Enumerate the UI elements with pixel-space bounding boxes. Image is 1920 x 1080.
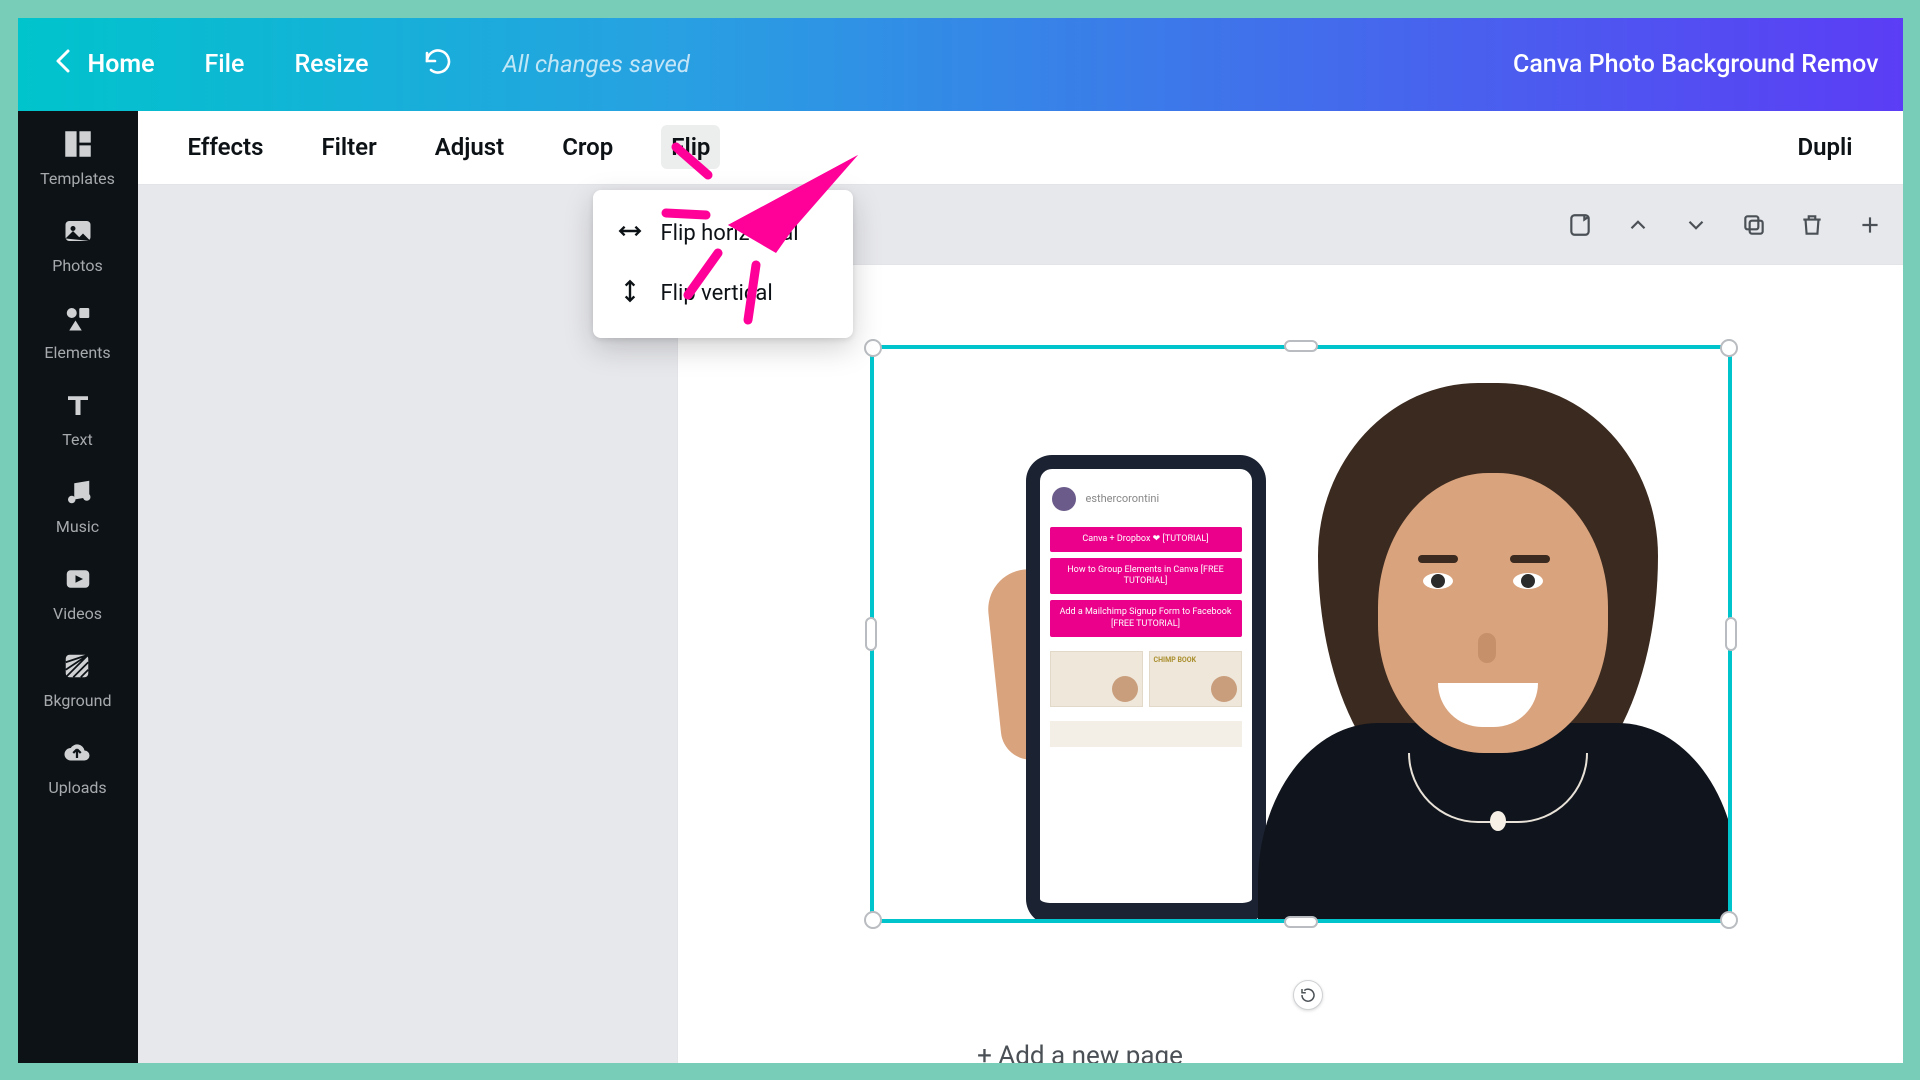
image-content: esthercorontini Canva + Dropbox ❤ [TUTOR… <box>874 349 1728 919</box>
page-up-icon[interactable] <box>1623 210 1653 240</box>
resize-handle-l[interactable] <box>865 617 877 651</box>
resize-menu[interactable]: Resize <box>294 50 368 79</box>
sidebar-item-label: Bkground <box>44 691 112 710</box>
resize-handle-b[interactable] <box>1284 916 1318 928</box>
top-bar: Home File Resize All changes saved Canva… <box>18 18 1903 111</box>
left-sidebar: Templates Photos Elements Text Music Vid… <box>18 111 138 1063</box>
delete-page-icon[interactable] <box>1797 210 1827 240</box>
uploads-icon <box>60 736 94 770</box>
sidebar-item-templates[interactable]: Templates <box>40 127 115 188</box>
resize-handle-t[interactable] <box>1284 340 1318 352</box>
crop-button[interactable]: Crop <box>552 125 623 169</box>
phone-strip <box>1050 721 1242 747</box>
selected-image[interactable]: esthercorontini Canva + Dropbox ❤ [TUTOR… <box>874 349 1728 919</box>
sidebar-item-music[interactable]: Music <box>56 475 99 536</box>
flip-horizontal-option[interactable]: Flip horizontal <box>593 204 853 264</box>
adjust-button[interactable]: Adjust <box>425 125 514 169</box>
artboard[interactable]: esthercorontini Canva + Dropbox ❤ [TUTOR… <box>678 265 1903 1063</box>
phone-mockup: esthercorontini Canva + Dropbox ❤ [TUTOR… <box>1026 455 1266 919</box>
phone-thumbnail <box>1050 651 1143 707</box>
avatar-icon <box>1052 487 1076 511</box>
file-menu[interactable]: File <box>205 50 245 79</box>
sidebar-item-elements[interactable]: Elements <box>44 301 110 362</box>
rotate-handle[interactable] <box>1293 980 1323 1010</box>
sidebar-item-label: Videos <box>53 604 102 623</box>
sidebar-item-photos[interactable]: Photos <box>52 214 103 275</box>
elements-icon <box>61 301 95 335</box>
flip-horizontal-label: Flip horizontal <box>661 221 799 246</box>
sidebar-item-background[interactable]: Bkground <box>44 649 112 710</box>
sidebar-item-label: Elements <box>44 343 110 362</box>
home-button[interactable]: Home <box>54 47 155 82</box>
page-down-icon[interactable] <box>1681 210 1711 240</box>
music-icon <box>61 475 95 509</box>
sidebar-item-videos[interactable]: Videos <box>53 562 102 623</box>
notes-icon[interactable] <box>1565 210 1595 240</box>
person-photo <box>1258 383 1728 919</box>
sidebar-item-text[interactable]: Text <box>61 388 95 449</box>
flip-vertical-icon <box>617 278 643 310</box>
home-label: Home <box>88 50 155 79</box>
phone-card: Canva + Dropbox ❤ [TUTORIAL] <box>1050 527 1242 552</box>
resize-handle-bl[interactable] <box>864 911 882 929</box>
background-icon <box>60 649 94 683</box>
flip-dropdown: Flip horizontal Flip vertical <box>593 190 853 338</box>
canvas-area: ge title esthercorontini <box>138 185 1903 1063</box>
flip-vertical-label: Flip vertical <box>661 281 773 306</box>
effects-button[interactable]: Effects <box>178 125 274 169</box>
sidebar-item-label: Photos <box>52 256 103 275</box>
app-viewport: Home File Resize All changes saved Canva… <box>18 18 1903 1063</box>
copy-page-icon[interactable] <box>1739 210 1769 240</box>
project-title[interactable]: Canva Photo Background Remov <box>1513 50 1879 79</box>
sidebar-item-label: Uploads <box>48 778 106 797</box>
resize-handle-br[interactable] <box>1720 911 1738 929</box>
duplicate-button[interactable]: Dupli <box>1788 125 1863 169</box>
add-new-page-button[interactable]: + Add a new page <box>977 1041 1183 1063</box>
context-toolbar: Effects Filter Adjust Crop Flip Dupli <box>138 111 1903 185</box>
save-status: All changes saved <box>503 50 690 78</box>
templates-icon <box>61 127 95 161</box>
undo-button[interactable] <box>421 47 455 82</box>
resize-handle-tr[interactable] <box>1720 339 1738 357</box>
text-icon <box>61 388 95 422</box>
filter-button[interactable]: Filter <box>311 125 386 169</box>
flip-horizontal-icon <box>617 218 643 250</box>
phone-username: esthercorontini <box>1086 492 1160 505</box>
phone-card: Add a Mailchimp Signup Form to Facebook … <box>1050 600 1242 637</box>
add-page-icon[interactable] <box>1855 210 1885 240</box>
sidebar-item-label: Templates <box>40 169 115 188</box>
flip-button[interactable]: Flip <box>661 125 720 169</box>
sidebar-item-uploads[interactable]: Uploads <box>48 736 106 797</box>
photos-icon <box>61 214 95 248</box>
sidebar-item-label: Text <box>62 430 92 449</box>
chevron-left-icon <box>54 47 74 82</box>
videos-icon <box>61 562 95 596</box>
page-controls: ge title <box>678 210 1903 240</box>
sidebar-item-label: Music <box>56 517 99 536</box>
resize-handle-tl[interactable] <box>864 339 882 357</box>
flip-vertical-option[interactable]: Flip vertical <box>593 264 853 324</box>
phone-card: How to Group Elements in Canva [FREE TUT… <box>1050 558 1242 595</box>
resize-handle-r[interactable] <box>1725 617 1737 651</box>
phone-thumbnail: CHIMP BOOK <box>1149 651 1242 707</box>
